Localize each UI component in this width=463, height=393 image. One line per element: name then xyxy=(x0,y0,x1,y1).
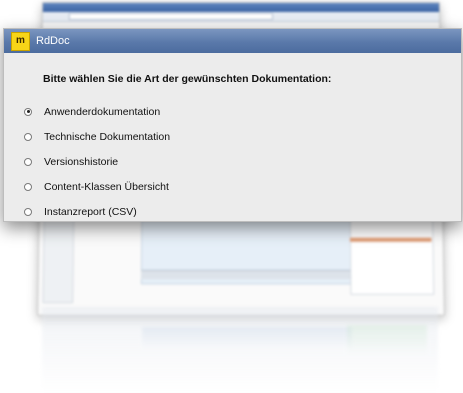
rddoc-dialog: m RdDoc Bitte wählen Sie die Art der gew… xyxy=(3,28,462,222)
option-label: Anwenderdokumentation xyxy=(44,106,160,118)
background-panel-footer xyxy=(141,270,358,279)
window-reflection xyxy=(42,307,438,393)
option-label: Instanzreport (CSV) xyxy=(44,206,137,218)
radio-versionshistorie[interactable] xyxy=(24,158,32,166)
dialog-title: RdDoc xyxy=(36,35,70,47)
radio-content-klassen-uebersicht[interactable] xyxy=(24,183,32,191)
documentation-type-options: Anwenderdokumentation Technische Dokumen… xyxy=(4,99,461,224)
reflection-panel xyxy=(142,327,352,349)
documentation-type-question: Bitte wählen Sie die Art der gewünschten… xyxy=(43,73,461,85)
background-titlebar xyxy=(43,3,439,12)
background-address-field xyxy=(69,13,273,20)
dialog-titlebar[interactable]: m RdDoc xyxy=(4,29,461,53)
option-anwenderdokumentation[interactable]: Anwenderdokumentation xyxy=(24,99,461,124)
background-address-bar xyxy=(43,12,440,22)
dialog-body: Bitte wählen Sie die Art der gewünschten… xyxy=(4,53,461,224)
reflection-tree xyxy=(347,325,427,355)
option-label: Content-Klassen Übersicht xyxy=(44,181,169,193)
background-tree-panel xyxy=(350,218,435,295)
background-left-panel xyxy=(42,218,74,303)
rddoc-app-icon: m xyxy=(11,32,30,51)
option-label: Technische Dokumentation xyxy=(44,131,170,143)
option-instanzreport-csv[interactable]: Instanzreport (CSV) xyxy=(24,199,461,224)
option-content-klassen-uebersicht[interactable]: Content-Klassen Übersicht xyxy=(24,174,461,199)
option-label: Versionshistorie xyxy=(44,156,118,168)
option-technische-dokumentation[interactable]: Technische Dokumentation xyxy=(24,124,461,149)
background-tree-strip xyxy=(350,238,432,242)
radio-technische-dokumentation[interactable] xyxy=(24,133,32,141)
option-versionshistorie[interactable]: Versionshistorie xyxy=(24,149,461,174)
radio-anwenderdokumentation[interactable] xyxy=(24,108,32,116)
radio-instanzreport-csv[interactable] xyxy=(24,208,32,216)
